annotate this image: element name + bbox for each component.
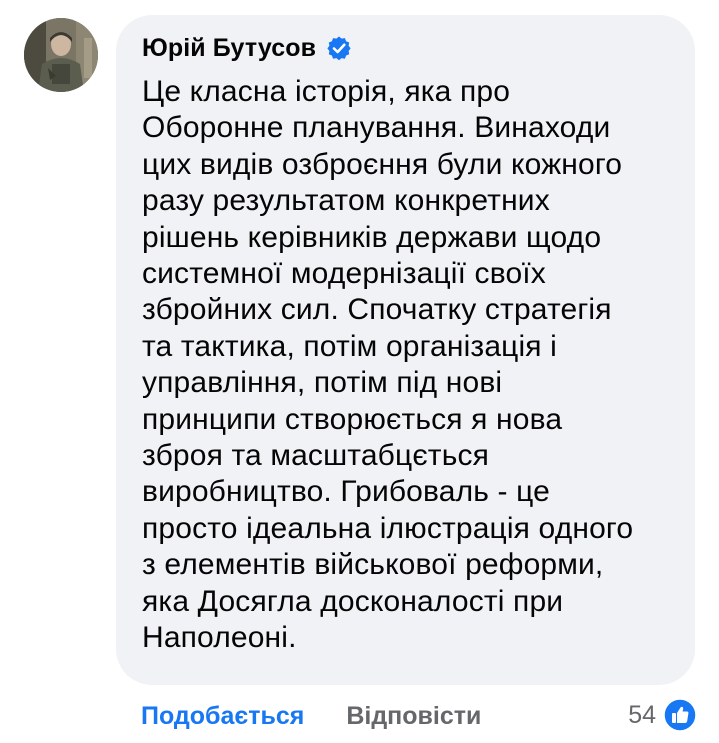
comment-actions: Подобається Відповісти: [141, 699, 481, 733]
like-icon: [663, 698, 697, 732]
reply-button[interactable]: Відповісти: [346, 702, 481, 731]
author-row: Юрій Бутусов: [142, 33, 671, 63]
comment-bubble: Юрій Бутусов Це класна історія, яка про …: [116, 15, 695, 685]
author-name[interactable]: Юрій Бутусов: [142, 34, 316, 63]
comment-text: Це класна історія, яка про Оборонне план…: [142, 75, 634, 655]
avatar-photo: [24, 18, 98, 92]
reaction-count: 54: [628, 700, 656, 729]
verified-badge-icon: [326, 35, 352, 61]
avatar[interactable]: [24, 18, 98, 92]
like-button[interactable]: Подобається: [141, 702, 304, 731]
reactions-summary[interactable]: 54: [628, 697, 697, 733]
comment-container: Юрій Бутусов Це класна історія, яка про …: [0, 0, 719, 743]
